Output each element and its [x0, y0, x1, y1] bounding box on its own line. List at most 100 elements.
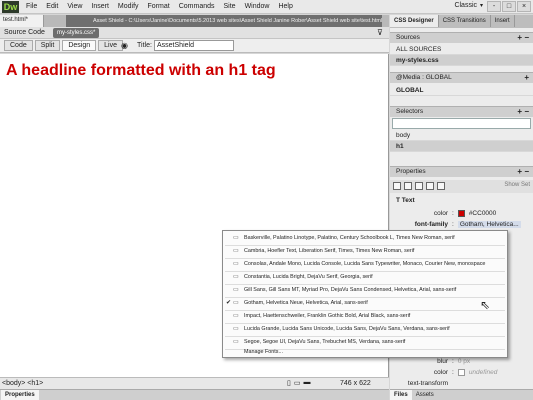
color-property-row[interactable]: color : #CC0000 — [390, 210, 496, 217]
menu-insert[interactable]: Insert — [91, 2, 109, 12]
selector-body[interactable]: body — [390, 130, 533, 141]
text-category-icon[interactable] — [404, 182, 412, 190]
main-menu: File Edit View Insert Modify Format Comm… — [26, 2, 293, 12]
selectors-title: Selectors — [396, 108, 424, 115]
blur-value[interactable]: 0 px — [458, 358, 470, 365]
phone-icon[interactable]: ▯ — [287, 379, 291, 387]
source-my-styles[interactable]: my-styles.css — [390, 55, 533, 66]
monitor-icon: ▭ — [233, 326, 239, 332]
tab-assets[interactable]: Assets — [412, 390, 438, 400]
font-family-value[interactable]: Gotham, Helvetica... — [457, 221, 521, 228]
properties-bar: Properties — [0, 389, 389, 400]
maximize-button[interactable]: □ — [502, 1, 516, 12]
source-code-tab[interactable]: Source Code — [4, 28, 45, 38]
add-media-icon[interactable]: + — [524, 73, 529, 83]
text-transform-label: text-transform — [407, 380, 448, 387]
split-view-button[interactable]: Split — [34, 40, 61, 51]
filter-icon[interactable]: ⊽ — [377, 28, 383, 37]
font-family-separator: : — [452, 221, 454, 228]
monitor-icon: ▭ — [233, 248, 239, 254]
monitor-icon: ▭ — [233, 274, 239, 280]
media-title: @Media : GLOBAL — [396, 74, 452, 81]
workspace-switcher[interactable]: Classic — [454, 2, 477, 9]
monitor-icon: ▭ — [233, 300, 239, 306]
app-logo: Dw — [2, 1, 19, 13]
tab-files[interactable]: Files — [390, 390, 412, 400]
properties-tab[interactable]: Properties — [1, 390, 39, 400]
menu-modify[interactable]: Modify — [118, 2, 139, 12]
menu-file[interactable]: File — [26, 2, 37, 12]
font-option[interactable]: ▭ Gill Sans, Gill Sans MT, Myriad Pro, De… — [223, 285, 507, 297]
menu-format[interactable]: Format — [148, 2, 170, 12]
tab-css-transitions[interactable]: CSS Transitions — [439, 15, 491, 27]
font-option[interactable]: ▭ Baskerville, Palatino Linotype, Palatin… — [223, 233, 507, 245]
tablet-icon[interactable]: ▭ — [294, 379, 301, 387]
document-path: Asset Shield - C:\Users\Janine\Documents… — [66, 15, 382, 27]
menu-help[interactable]: Help — [278, 2, 292, 12]
menu-site[interactable]: Site — [224, 2, 236, 12]
monitor-icon: ▭ — [233, 287, 239, 293]
selector-filter-input[interactable] — [392, 118, 531, 129]
media-global[interactable]: GLOBAL — [390, 85, 533, 96]
document-tab-bar: test.html* Asset Shield - C:\Users\Janin… — [0, 15, 389, 27]
minimize-button[interactable]: - — [487, 1, 501, 12]
code-view-button[interactable]: Code — [4, 40, 33, 51]
font-option[interactable]: ▭ Cambria, Hoefler Text, Liberation Serif… — [223, 246, 507, 258]
menu-edit[interactable]: Edit — [46, 2, 58, 12]
add-property-icon[interactable]: + − — [517, 167, 529, 177]
shadow-color-value[interactable]: undefined — [469, 369, 498, 376]
monitor-icon: ▭ — [233, 313, 239, 319]
tab-css-designer[interactable]: CSS Designer — [390, 15, 439, 27]
blur-property-row[interactable]: blur : 0 px — [390, 358, 470, 365]
font-option[interactable]: ▭ Lucida Grande, Lucida Sans Unicode, Luc… — [223, 324, 507, 336]
shadow-color-property-row[interactable]: color : undefined — [390, 369, 497, 376]
color-value[interactable]: #CC0000 — [469, 210, 496, 217]
media-header[interactable]: @Media : GLOBAL + — [390, 72, 533, 83]
properties-header[interactable]: Properties + − — [390, 166, 533, 177]
shadow-color-swatch[interactable] — [457, 369, 465, 376]
close-button[interactable]: × — [517, 1, 531, 12]
title-input[interactable]: AssetShield — [154, 40, 234, 51]
font-option[interactable]: ▭ Constantia, Lucida Bright, DejaVu Serif… — [223, 272, 507, 284]
document-tab[interactable]: test.html* — [0, 15, 44, 27]
menu-window[interactable]: Window — [245, 2, 270, 12]
tab-insert[interactable]: Insert — [491, 15, 515, 27]
source-all[interactable]: ALL SOURCES — [390, 44, 533, 55]
add-selector-icon[interactable]: + − — [517, 107, 529, 117]
files-assets-tabs: Files Assets — [390, 389, 533, 400]
more-icon[interactable] — [437, 182, 445, 190]
menu-view[interactable]: View — [67, 2, 82, 12]
font-family-label: font-family — [414, 221, 448, 228]
font-option[interactable]: ▭ Impact, Haettenschweiler, Franklin Goth… — [223, 311, 507, 323]
font-option-selected[interactable]: ✔ ▭ Gotham, Helvetica Neue, Helvetica, Ari… — [223, 298, 507, 310]
background-icon[interactable] — [426, 182, 434, 190]
window-size[interactable]: 746 x 622 — [340, 380, 371, 387]
page-headline[interactable]: A headline formatted with an h1 tag — [6, 62, 276, 80]
menu-commands[interactable]: Commands — [179, 2, 215, 12]
selectors-header[interactable]: Selectors + − — [390, 106, 533, 117]
property-category-toolbar: Show Set — [390, 180, 533, 193]
blur-label: blur — [437, 358, 448, 365]
selector-h1[interactable]: h1 — [390, 141, 533, 152]
panel-tabs: CSS Designer CSS Transitions Insert — [390, 15, 533, 28]
tag-selector[interactable]: <body> <h1> — [2, 380, 43, 387]
color-swatch[interactable] — [457, 210, 465, 217]
text-icon: T — [396, 197, 400, 204]
design-view-button[interactable]: Design — [62, 40, 97, 51]
add-source-icon[interactable]: + − — [517, 33, 529, 43]
font-family-property-row[interactable]: font-family : Gotham, Helvetica... — [390, 221, 521, 228]
manage-fonts-item[interactable]: Manage Fonts... — [223, 347, 507, 359]
related-file-tab[interactable]: my-styles.css* — [53, 28, 100, 38]
related-files-bar: Source Code my-styles.css* ⊽ — [0, 27, 389, 39]
status-icons: ▯ ▭ ▬ — [287, 379, 310, 387]
layout-icon[interactable] — [393, 182, 401, 190]
show-set-checkbox[interactable]: Show Set — [504, 182, 530, 188]
browser-preview-icon[interactable]: ◉ — [121, 41, 128, 50]
font-option[interactable]: ▭ Consolas, Andale Mono, Lucida Console, … — [223, 259, 507, 271]
chevron-down-icon[interactable]: ▾ — [480, 2, 483, 9]
border-icon[interactable] — [415, 182, 423, 190]
sources-header[interactable]: Sources + − — [390, 32, 533, 43]
text-transform-property-row[interactable]: text-transform — [390, 380, 448, 387]
desktop-icon[interactable]: ▬ — [303, 379, 310, 387]
live-view-button[interactable]: Live — [98, 40, 123, 51]
